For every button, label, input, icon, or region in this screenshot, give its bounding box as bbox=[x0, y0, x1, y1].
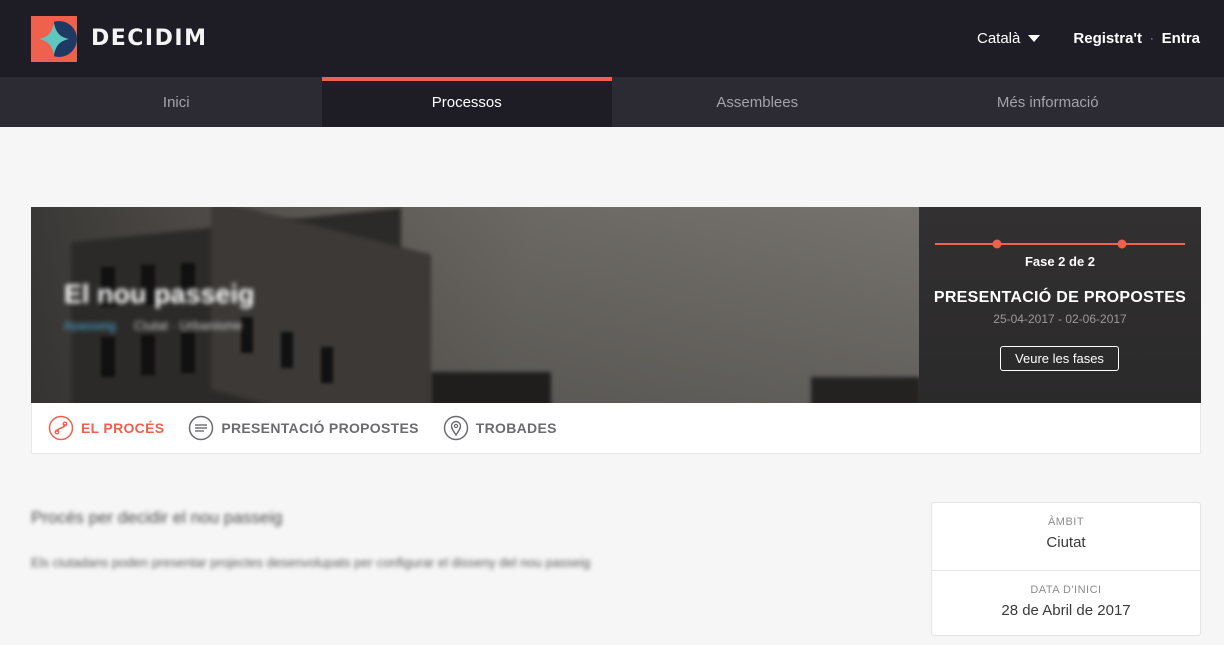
start-date-value: 28 de Abril de 2017 bbox=[1001, 602, 1131, 619]
scope-row: ÀMBIT Ciutat bbox=[932, 503, 1200, 570]
nav-item-mes-informacio[interactable]: Més informació bbox=[903, 77, 1194, 127]
tab-process-label: EL PROCÉS bbox=[81, 420, 165, 436]
auth-links: Registra't · Entra bbox=[1073, 30, 1200, 47]
start-date-row: DATA D'INICI 28 de Abril de 2017 bbox=[932, 570, 1200, 637]
caret-down-icon bbox=[1028, 35, 1041, 42]
process-hero: El nou passeig #passeig Ciutat · Urbanis… bbox=[31, 207, 1201, 403]
brand-name[interactable]: DECIDIM bbox=[91, 26, 207, 51]
process-info-card: ÀMBIT Ciutat DATA D'INICI 28 de Abril de… bbox=[931, 502, 1201, 636]
tab-proposals-label: PRESENTACIÓ PROPOSTES bbox=[221, 420, 419, 436]
scope-label: ÀMBIT bbox=[1047, 516, 1085, 528]
tab-meetings-label: TROBADES bbox=[475, 420, 557, 436]
scope-value: Ciutat bbox=[1046, 534, 1086, 551]
phase-dates: 25-04-2017 - 02-06-2017 bbox=[993, 312, 1127, 326]
phase-counter: Fase 2 de 2 bbox=[1024, 254, 1096, 269]
phase-panel: Fase 2 de 2 PRESENTACIÓ DE PROPOSTES 25-… bbox=[919, 207, 1201, 403]
process-tabs: EL PROCÉS PRESENTACIÓ PROPOSTES TROBADES bbox=[31, 403, 1201, 454]
view-phases-button[interactable]: Veure les fases bbox=[1000, 346, 1119, 371]
process-scope: Ciutat · Urbanisme bbox=[134, 318, 243, 333]
top-header: DECIDIM Català Registra't · Entra bbox=[0, 0, 1224, 77]
process-icon bbox=[48, 415, 74, 441]
tab-meetings[interactable]: TROBADES bbox=[443, 415, 557, 441]
register-link[interactable]: Registra't bbox=[1073, 30, 1142, 47]
start-date-label: DATA D'INICI bbox=[1030, 584, 1102, 596]
login-link[interactable]: Entra bbox=[1162, 30, 1200, 47]
process-description: Els ciutadans poden presentar projectes … bbox=[31, 555, 591, 570]
main-navigation: Inici Processos Assemblees Més informaci… bbox=[0, 77, 1224, 127]
process-title: El nou passeig bbox=[64, 279, 255, 309]
nav-item-inici[interactable]: Inici bbox=[31, 77, 322, 127]
tab-process[interactable]: EL PROCÉS bbox=[48, 415, 164, 441]
auth-separator: · bbox=[1149, 32, 1154, 45]
phase-progress-track bbox=[935, 239, 1185, 249]
phase-name: PRESENTACIÓ DE PROPOSTES bbox=[933, 289, 1187, 306]
hero-image: El nou passeig #passeig Ciutat · Urbanis… bbox=[31, 207, 919, 403]
tab-proposals[interactable]: PRESENTACIÓ PROPOSTES bbox=[188, 415, 418, 441]
nav-item-processos[interactable]: Processos bbox=[321, 77, 612, 127]
decidim-logo-icon[interactable] bbox=[31, 16, 77, 62]
process-meta: #passeig Ciutat · Urbanisme bbox=[64, 318, 242, 333]
document-lines-icon bbox=[189, 415, 214, 441]
language-selector[interactable]: Català bbox=[977, 30, 1041, 47]
map-pin-icon bbox=[443, 415, 469, 441]
process-hashtag[interactable]: #passeig bbox=[64, 318, 116, 333]
process-subtitle: Procés per decidir el nou passeig bbox=[31, 508, 283, 527]
language-label: Català bbox=[977, 30, 1021, 47]
nav-item-assemblees[interactable]: Assemblees bbox=[612, 77, 903, 127]
